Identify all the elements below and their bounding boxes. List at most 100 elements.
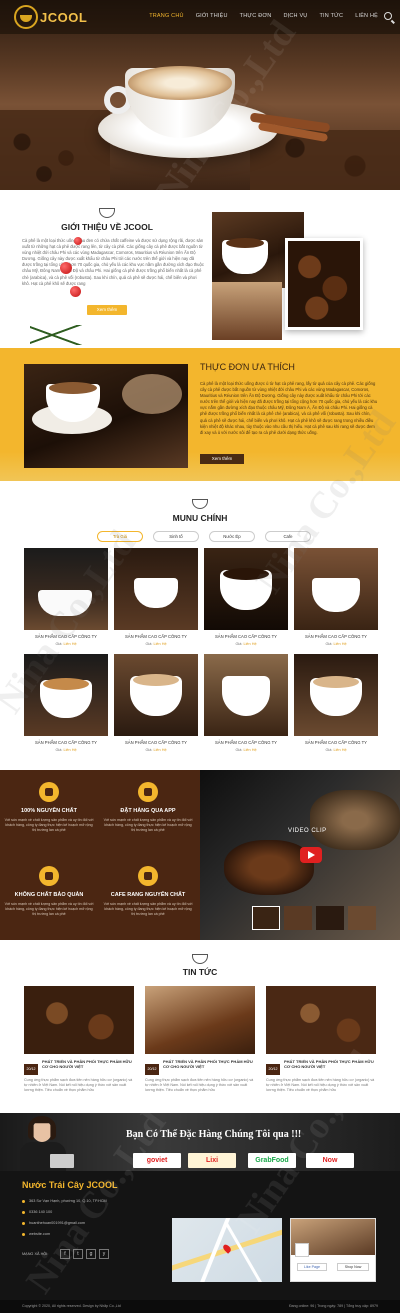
- location-icon: [22, 1200, 25, 1203]
- about-read-more-button[interactable]: Xem thêm: [87, 305, 127, 315]
- news-date: 20/12: [24, 1064, 38, 1075]
- main-menu-title: MUNU CHÍNH: [172, 513, 228, 523]
- product-name[interactable]: SẢN PHẨM CAO CẤP CÔNG TY: [24, 740, 108, 745]
- favorite-read-more-button[interactable]: Xem thêm: [200, 454, 244, 464]
- news-excerpt: Cung ứng thực phẩm sạch đưa tiên nên hàn…: [24, 1078, 133, 1093]
- leaf-icon: [39, 866, 59, 886]
- main-menu: TRANG CHỦ GIỚI THIỆU THỰC ĐƠN DỊCH VỤ TI…: [149, 13, 378, 19]
- coffee-bean-icon: [138, 866, 158, 886]
- fb-like-button[interactable]: Like Page: [297, 1263, 327, 1271]
- tab-nuoc-ep[interactable]: Nước Ép: [209, 531, 255, 542]
- news-image[interactable]: [24, 986, 134, 1054]
- coffee-cup-icon: [192, 499, 208, 509]
- pine-branch-decoration: [30, 325, 90, 345]
- product-price: Giá: Liên Hệ: [235, 748, 257, 752]
- partner-grabfood[interactable]: GrabFood: [248, 1153, 296, 1168]
- video-thumbnail[interactable]: [284, 906, 312, 930]
- page: JCOOL TRANG CHỦ GIỚI THIỆU THỰC ĐƠN DỊCH…: [0, 0, 400, 1313]
- partner-lixi[interactable]: Lixi: [188, 1153, 236, 1168]
- favorite-text: Cà phê là một loại thức uống được ủ từ h…: [200, 381, 378, 435]
- about-text: Cà phê là một loại thức uống màu đen có …: [22, 238, 204, 286]
- video-thumbnail[interactable]: [252, 906, 280, 930]
- feature-title: 100% NGUYÊN CHẤT: [21, 808, 77, 814]
- nav-item-news[interactable]: TIN TỨC: [319, 13, 343, 19]
- news-headline[interactable]: PHÁT TRIỂN VÀ PHÂN PHỐI THỰC PHẨM HỮU CƠ…: [284, 1059, 376, 1070]
- delivery-icon: [138, 782, 158, 802]
- fb-shop-button[interactable]: Shop Now: [337, 1263, 369, 1271]
- news-excerpt: Cung ứng thực phẩm sạch đưa tiên nên hàn…: [145, 1078, 254, 1093]
- product-name[interactable]: SẢN PHẨM CAO CẤP CÔNG TY: [24, 634, 108, 639]
- google-plus-icon[interactable]: g: [86, 1249, 96, 1259]
- social-label: MẠNG XÃ HỘI:: [22, 1252, 49, 1256]
- facebook-page-widget[interactable]: Like Page Shop Now: [290, 1218, 376, 1282]
- hero-banner: JCOOL TRANG CHỦ GIỚI THIỆU THỰC ĐƠN DỊCH…: [0, 0, 400, 190]
- product-image[interactable]: [294, 548, 378, 630]
- logo-cup-icon[interactable]: [14, 5, 38, 29]
- news-image[interactable]: [145, 986, 255, 1054]
- product-name[interactable]: SẢN PHẨM CAO CẤP CÔNG TY: [204, 634, 288, 639]
- coffee-crema: [128, 66, 232, 100]
- partner-now[interactable]: Now: [306, 1153, 354, 1168]
- play-icon[interactable]: [300, 847, 322, 863]
- product-image[interactable]: [114, 548, 198, 630]
- nav-item-menu[interactable]: THỰC ĐƠN: [240, 13, 272, 19]
- video-thumbnail[interactable]: [348, 906, 376, 930]
- tab-cafe[interactable]: Cafe: [265, 531, 311, 542]
- nav-item-home[interactable]: TRANG CHỦ: [149, 13, 184, 19]
- product-price: Giá: Liên Hệ: [55, 748, 77, 752]
- google-map[interactable]: [172, 1218, 282, 1282]
- footer-website[interactable]: website.com: [29, 1232, 50, 1236]
- product-image[interactable]: [204, 548, 288, 630]
- tab-tra-gia[interactable]: Trà Giá: [97, 531, 143, 542]
- favorite-photo: [24, 364, 188, 468]
- video-thumbnail[interactable]: [316, 906, 344, 930]
- product-image[interactable]: [294, 654, 378, 736]
- feature-text: Với sức mạnh về chất lượng sản phẩm và u…: [103, 902, 193, 916]
- product-name[interactable]: SẢN PHẨM CAO CẤP CÔNG TY: [114, 740, 198, 745]
- news-image[interactable]: [266, 986, 376, 1054]
- product-price: Giá: Liên Hệ: [235, 642, 257, 646]
- news-excerpt: Cung ứng thực phẩm sạch đưa tiên nên hàn…: [266, 1078, 375, 1093]
- facebook-icon[interactable]: f: [60, 1249, 70, 1259]
- product-image[interactable]: [24, 654, 108, 736]
- email-icon: [22, 1222, 25, 1225]
- feature-text: Với sức mạnh về chất lượng sản phẩm và u…: [103, 818, 193, 832]
- product-image[interactable]: [204, 654, 288, 736]
- news-headline[interactable]: PHÁT TRIỂN VÀ PHÂN PHỐI THỰC PHẨM HỮU CƠ…: [163, 1059, 255, 1070]
- logo-text[interactable]: JCOOL: [40, 10, 87, 25]
- nav-item-about[interactable]: GIỚI THIỆU: [196, 13, 228, 19]
- about-photo-beans: [285, 238, 363, 330]
- product-name[interactable]: SẢN PHẨM CAO CẤP CÔNG TY: [114, 634, 198, 639]
- coffee-cup-icon: [192, 954, 208, 964]
- product-price: Giá: Liên Hệ: [325, 748, 347, 752]
- video-label: VIDEO CLIP: [288, 828, 327, 834]
- product-image[interactable]: [24, 548, 108, 630]
- tab-sinh-to[interactable]: Sinh tố: [153, 531, 199, 542]
- nav-item-contact[interactable]: LIÊN HỆ: [355, 13, 378, 19]
- product-price: Giá: Liên Hệ: [325, 642, 347, 646]
- news-title: TIN TỨC: [182, 967, 218, 977]
- feature-title: CAFE RANG NGUYÊN CHẤT: [110, 892, 186, 898]
- globe-icon: [22, 1233, 25, 1236]
- product-price: Giá: Liên Hệ: [145, 642, 167, 646]
- news-headline[interactable]: PHÁT TRIỂN VÀ PHÂN PHỐI THỰC PHẨM HỮU CƠ…: [42, 1059, 134, 1070]
- customer-service-photo: [14, 1114, 74, 1171]
- red-ornament: [74, 237, 82, 245]
- product-image[interactable]: [114, 654, 198, 736]
- footer-email[interactable]: huanthehuan001991@gmail.com: [29, 1221, 85, 1225]
- footer-phone[interactable]: 0336 140 100: [29, 1210, 52, 1214]
- youtube-icon[interactable]: y: [99, 1249, 109, 1259]
- visitor-stats: Đang online: 96 | Trong ngày: 789 | Tổng…: [289, 1304, 378, 1308]
- feature-title: ĐẶT HÀNG QUA APP: [120, 808, 176, 814]
- search-icon[interactable]: [384, 12, 392, 20]
- twitter-icon[interactable]: t: [73, 1249, 83, 1259]
- phone-icon: [22, 1211, 25, 1214]
- order-title: Bạn Có Thể Đặc Hàng Chúng Tôi qua !!!: [126, 1129, 302, 1140]
- product-name[interactable]: SẢN PHẨM CAO CẤP CÔNG TY: [294, 634, 378, 639]
- nav-item-services[interactable]: DỊCH VỤ: [283, 13, 307, 19]
- product-name[interactable]: SẢN PHẨM CAO CẤP CÔNG TY: [294, 740, 378, 745]
- feature-title: KHÔNG CHẤT BẢO QUẢN: [14, 892, 84, 898]
- partner-goviet[interactable]: goviet: [133, 1153, 181, 1168]
- feature-text: Với sức mạnh về chất lượng sản phẩm và u…: [4, 818, 94, 832]
- product-name[interactable]: SẢN PHẨM CAO CẤP CÔNG TY: [204, 740, 288, 745]
